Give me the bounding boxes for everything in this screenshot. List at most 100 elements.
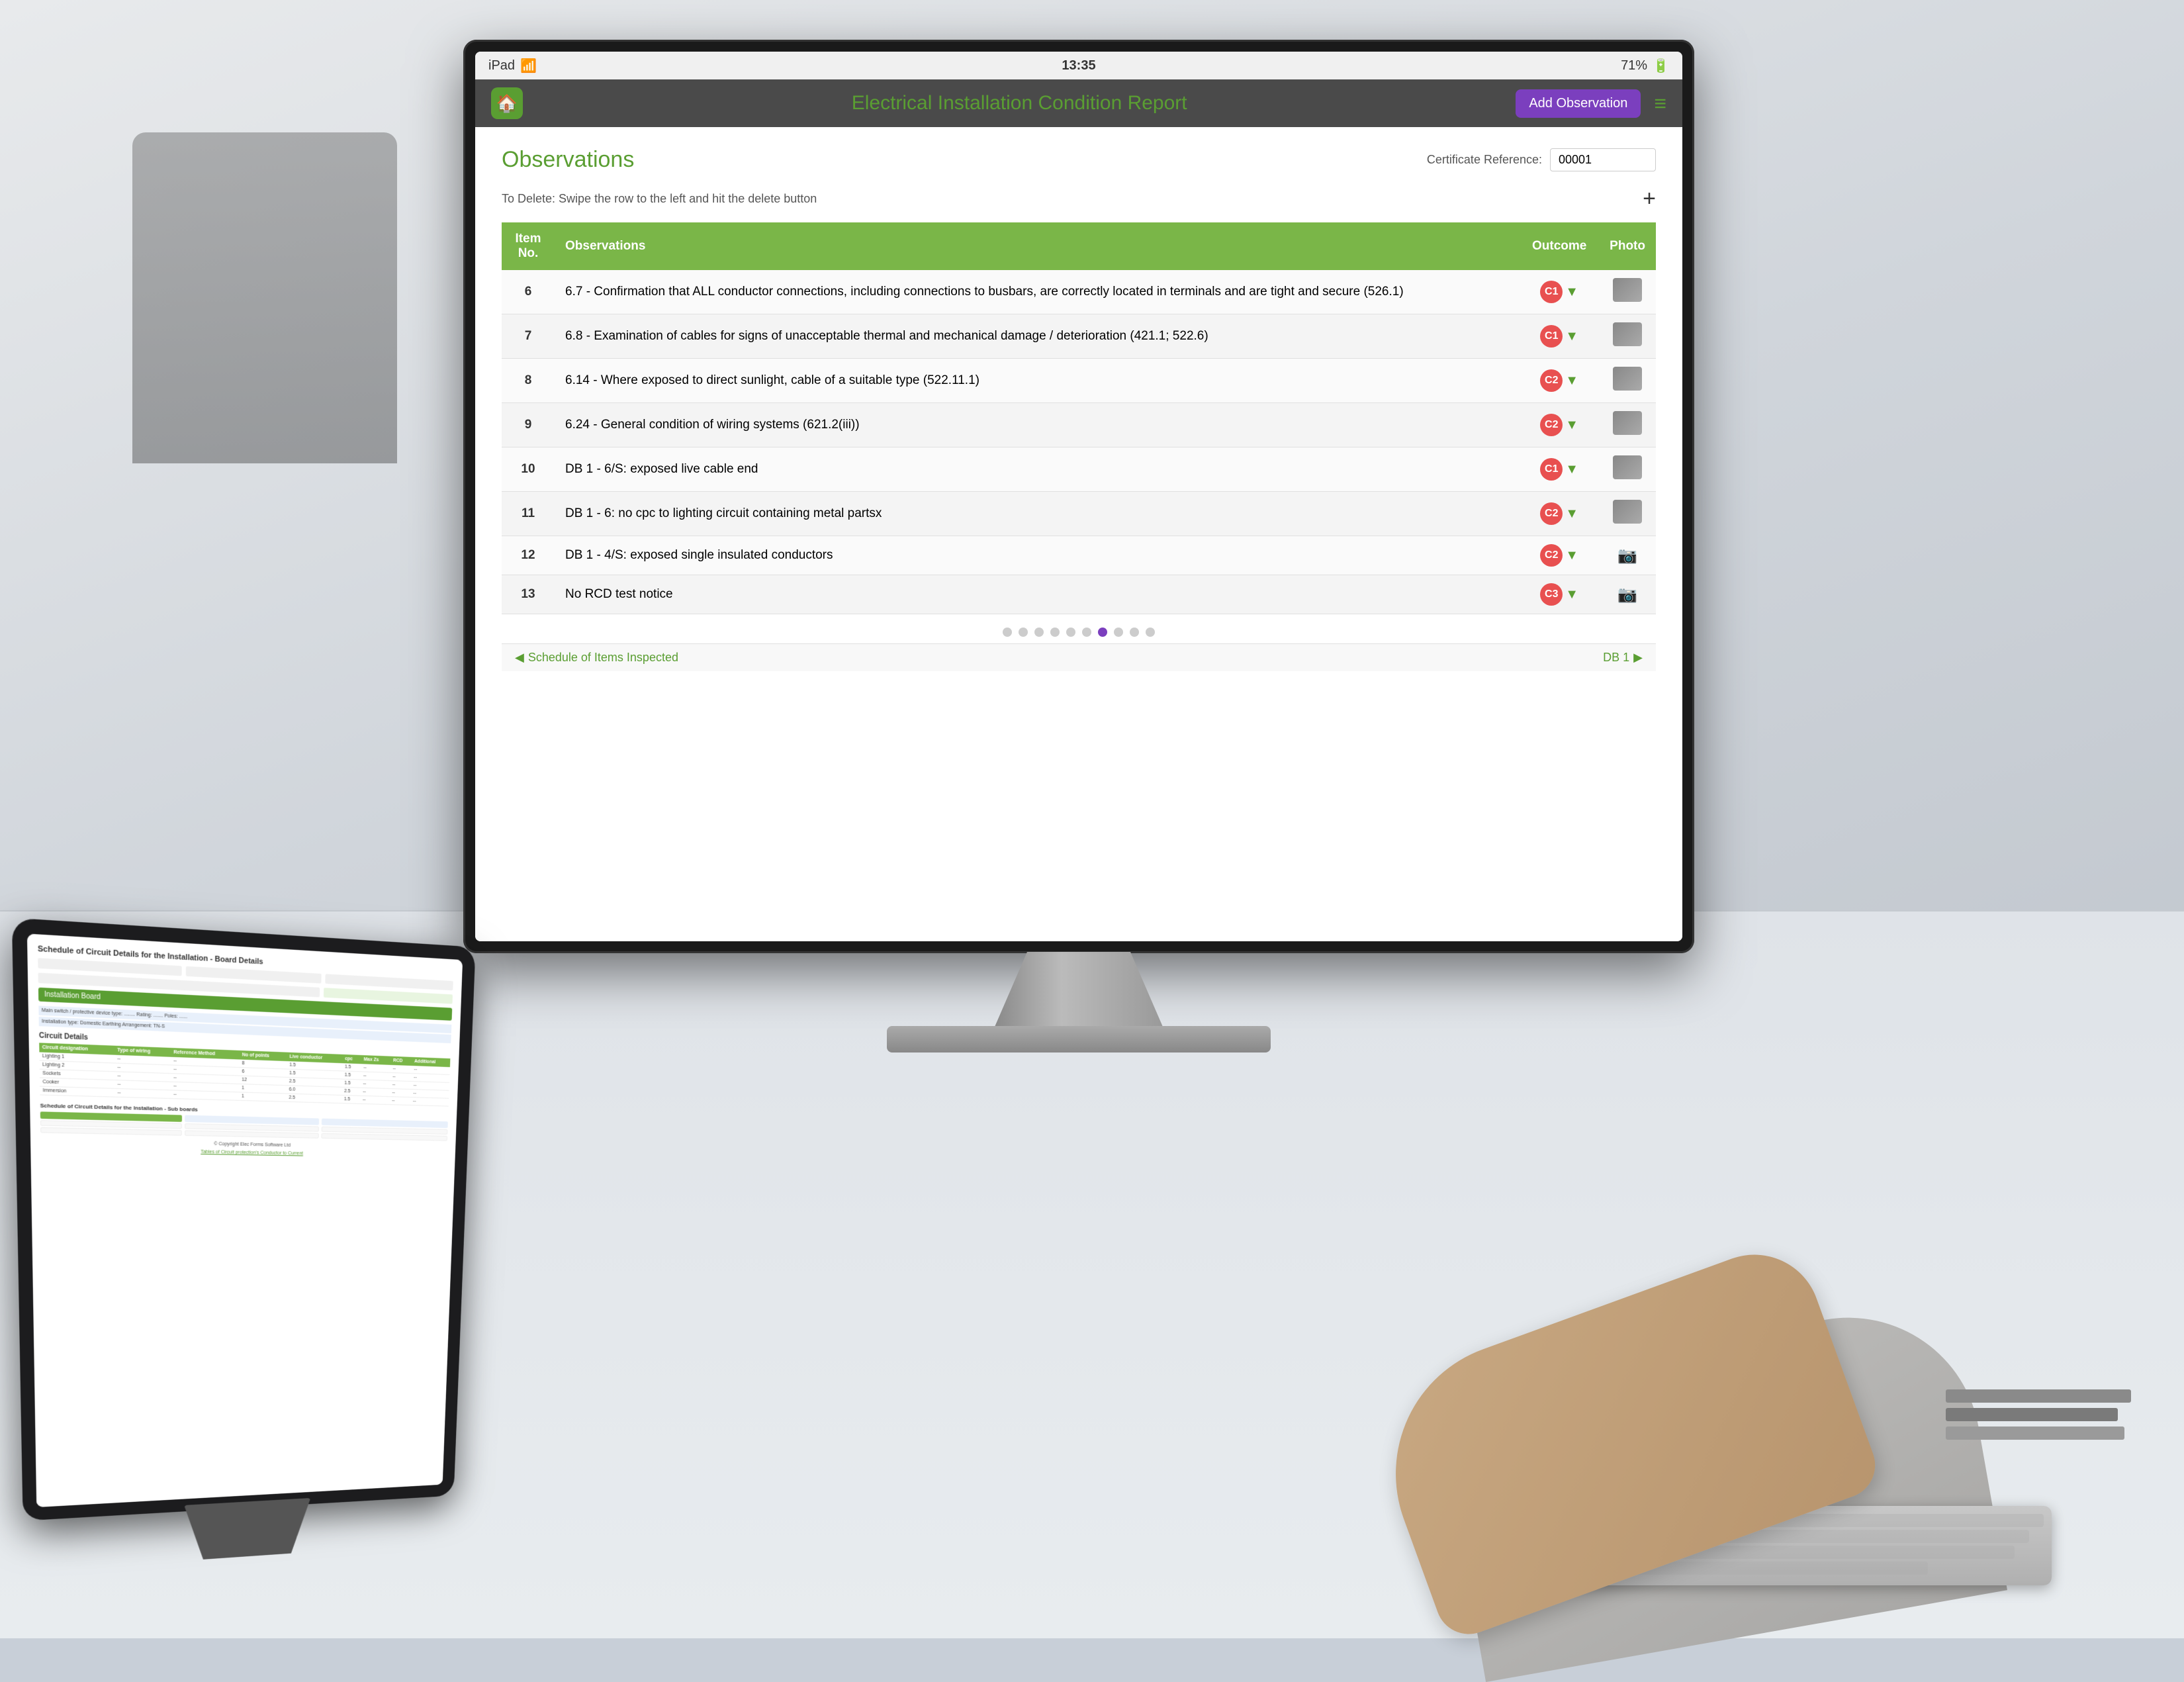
table-row[interactable]: 12 DB 1 - 4/S: exposed single insulated …	[502, 536, 1656, 575]
delete-hint: To Delete: Swipe the row to the left and…	[502, 186, 1656, 212]
cell-photo[interactable]	[1599, 314, 1656, 359]
pagination-dot[interactable]	[1050, 628, 1060, 637]
table-row[interactable]: 8 6.14 - Where exposed to direct sunligh…	[502, 359, 1656, 403]
pagination-dot[interactable]	[1114, 628, 1123, 637]
book-3	[1946, 1426, 2124, 1440]
pagination-dot[interactable]	[1019, 628, 1028, 637]
outcome-dropdown-icon[interactable]: ▼	[1565, 587, 1578, 602]
status-bar: iPad 📶 13:35 71% 🔋	[475, 52, 1682, 79]
header-right: Add Observation ≡	[1516, 89, 1666, 118]
app-title: Electrical Installation Condition Report	[533, 92, 1505, 115]
ipad-th-rcd: RCD	[390, 1056, 412, 1066]
outcome-badge-circle: C1	[1540, 458, 1563, 481]
cell-item-no: 8	[502, 359, 555, 403]
delete-hint-text: To Delete: Swipe the row to the left and…	[502, 192, 817, 206]
table-row[interactable]: 6 6.7 - Confirmation that ALL conductor …	[502, 270, 1656, 314]
outcome-dropdown-icon[interactable]: ▼	[1565, 506, 1578, 522]
outcome-dropdown-icon[interactable]: ▼	[1565, 548, 1578, 563]
cell-outcome[interactable]: C2 ▼	[1520, 536, 1599, 575]
outcome-dropdown-icon[interactable]: ▼	[1565, 373, 1578, 389]
nav-forward-button[interactable]: DB 1 ▶	[1603, 651, 1643, 665]
outcome-dropdown-icon[interactable]: ▼	[1565, 418, 1578, 433]
pagination-dot[interactable]	[1066, 628, 1075, 637]
cell-photo[interactable]: 📷	[1599, 536, 1656, 575]
table-row[interactable]: 11 DB 1 - 6: no cpc to lighting circuit …	[502, 492, 1656, 536]
pagination-dot[interactable]	[1130, 628, 1139, 637]
cert-ref-area: Certificate Reference:	[1427, 148, 1656, 171]
nav-back-button[interactable]: ◀ Schedule of Items Inspected	[515, 651, 678, 665]
cell-outcome[interactable]: C1 ▼	[1520, 447, 1599, 492]
observations-header: Observations Certificate Reference:	[502, 147, 1656, 173]
col-observations: Observations	[555, 222, 1520, 270]
status-left: iPad 📶	[488, 58, 537, 74]
cell-outcome[interactable]: C1 ▼	[1520, 270, 1599, 314]
cell-item-no: 13	[502, 575, 555, 614]
app-header: 🏠 Electrical Installation Condition Repo…	[475, 79, 1682, 127]
desk-items	[1946, 1389, 2131, 1440]
outcome-badge-circle: C1	[1540, 325, 1563, 348]
forward-arrow-icon: ▶	[1633, 651, 1643, 665]
bottom-nav: ◀ Schedule of Items Inspected DB 1 ▶	[502, 643, 1656, 671]
cell-description: 6.24 - General condition of wiring syste…	[555, 403, 1520, 447]
monitor-stand-neck	[993, 952, 1165, 1031]
app-content: Observations Certificate Reference: To D…	[475, 127, 1682, 941]
monitor: iPad 📶 13:35 71% 🔋 🏠 Electrical Installa…	[463, 40, 1721, 1099]
cell-photo[interactable]	[1599, 403, 1656, 447]
back-arrow-icon: ◀	[515, 651, 524, 665]
cell-description: No RCD test notice	[555, 575, 1520, 614]
monitor-stand-base	[887, 1026, 1271, 1052]
home-icon-box[interactable]: 🏠	[491, 87, 523, 119]
col-photo: Photo	[1599, 222, 1656, 270]
ipad-label: iPad	[488, 58, 515, 73]
cell-photo[interactable]	[1599, 492, 1656, 536]
add-observation-button[interactable]: Add Observation	[1516, 89, 1641, 118]
time-display: 13:35	[1062, 58, 1095, 73]
outcome-badge-circle: C2	[1540, 544, 1563, 567]
cell-description: DB 1 - 6: no cpc to lighting circuit con…	[555, 492, 1520, 536]
outcome-dropdown-icon[interactable]: ▼	[1565, 285, 1578, 300]
table-row[interactable]: 9 6.24 - General condition of wiring sys…	[502, 403, 1656, 447]
cell-outcome[interactable]: C2 ▼	[1520, 492, 1599, 536]
battery-percent: 71%	[1621, 58, 1647, 73]
cell-photo[interactable]: 📷	[1599, 575, 1656, 614]
outcome-dropdown-icon[interactable]: ▼	[1565, 462, 1578, 477]
hamburger-menu-icon[interactable]: ≡	[1654, 91, 1666, 116]
ipad-screen: Schedule of Circuit Details for the Inst…	[27, 933, 463, 1507]
background-chair	[132, 132, 397, 463]
cell-photo[interactable]	[1599, 270, 1656, 314]
cell-item-no: 7	[502, 314, 555, 359]
cell-photo[interactable]	[1599, 447, 1656, 492]
cell-description: 6.14 - Where exposed to direct sunlight,…	[555, 359, 1520, 403]
ipad-bezel: Schedule of Circuit Details for the Inst…	[12, 917, 476, 1520]
table-row[interactable]: 7 6.8 - Examination of cables for signs …	[502, 314, 1656, 359]
col-item-no: Item No.	[502, 222, 555, 270]
outcome-badge-circle: C2	[1540, 502, 1563, 525]
photo-thumbnail	[1613, 411, 1642, 435]
pagination-dot[interactable]	[1082, 628, 1091, 637]
table-row[interactable]: 13 No RCD test notice C3 ▼ 📷	[502, 575, 1656, 614]
observations-table: Item No. Observations Outcome Photo 6 6.…	[502, 222, 1656, 614]
pagination-dot[interactable]	[1034, 628, 1044, 637]
ipad: Schedule of Circuit Details for the Inst…	[12, 917, 476, 1520]
observations-title: Observations	[502, 147, 634, 173]
cell-outcome[interactable]: C2 ▼	[1520, 403, 1599, 447]
cell-item-no: 10	[502, 447, 555, 492]
cell-outcome[interactable]: C2 ▼	[1520, 359, 1599, 403]
book-2	[1946, 1408, 2118, 1421]
nav-back-label: Schedule of Items Inspected	[528, 651, 678, 665]
outcome-dropdown-icon[interactable]: ▼	[1565, 329, 1578, 344]
cell-photo[interactable]	[1599, 359, 1656, 403]
pagination-dot[interactable]	[1003, 628, 1012, 637]
status-right: 71% 🔋	[1621, 58, 1669, 74]
table-row[interactable]: 10 DB 1 - 6/S: exposed live cable end C1…	[502, 447, 1656, 492]
ipad-stand	[184, 1498, 311, 1561]
pagination-dot[interactable]	[1146, 628, 1155, 637]
cert-ref-input[interactable]	[1550, 148, 1656, 171]
add-row-icon[interactable]: +	[1643, 186, 1656, 212]
battery-icon: 🔋	[1653, 58, 1669, 74]
photo-thumbnail	[1613, 322, 1642, 346]
cell-outcome[interactable]: C3 ▼	[1520, 575, 1599, 614]
pagination-dot[interactable]	[1098, 628, 1107, 637]
photo-thumbnail	[1613, 455, 1642, 479]
cell-outcome[interactable]: C1 ▼	[1520, 314, 1599, 359]
